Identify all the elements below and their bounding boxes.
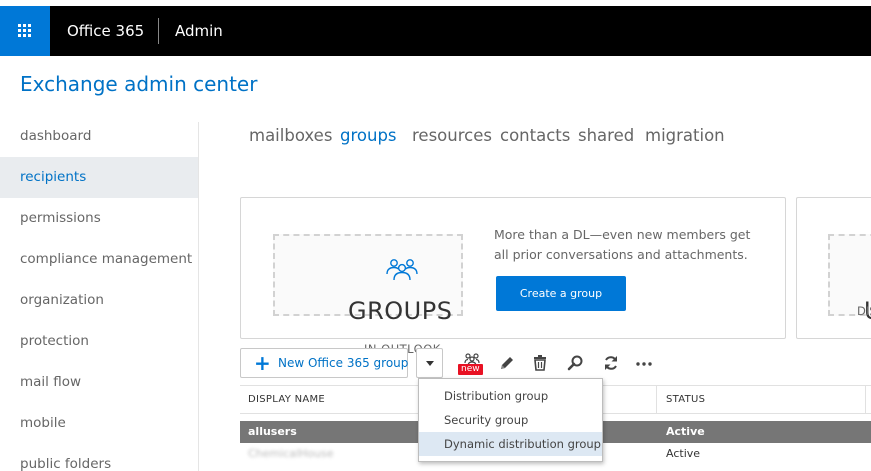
promo-description: More than a DL—even new members get all …	[494, 227, 751, 262]
tab-shared[interactable]: shared	[578, 126, 634, 145]
menu-item-security-group[interactable]: Security group	[419, 408, 602, 432]
tab-groups[interactable]: groups	[340, 126, 397, 145]
tab-contacts[interactable]: contacts	[500, 126, 570, 145]
nav-item-dashboard[interactable]: dashboard	[0, 116, 198, 157]
row-status: Active	[666, 425, 705, 438]
left-navigation: dashboard recipients permissions complia…	[0, 116, 198, 471]
nav-item-mobile[interactable]: mobile	[0, 403, 198, 444]
column-header-display-name[interactable]: DISPLAY NAME	[248, 386, 325, 413]
delete-icon[interactable]	[530, 353, 550, 373]
topbar-divider	[158, 18, 159, 44]
tab-resources[interactable]: resources	[412, 126, 492, 145]
office-365-brand[interactable]: Office 365	[67, 6, 144, 56]
column-separator[interactable]	[656, 386, 657, 413]
second-promo-card: U DIS	[796, 197, 871, 339]
row-display-name: ChemicalHouse	[248, 447, 334, 460]
menu-item-distribution-group[interactable]: Distribution group	[419, 384, 602, 408]
people-icon	[386, 259, 418, 281]
office-365-top-bar: Office 365 Admin	[0, 6, 871, 56]
edit-icon[interactable]	[497, 353, 517, 373]
groups-promo-card: GROUPS IN OUTLOOK More than a DL—even ne…	[240, 197, 786, 356]
new-group-type-menu: Distribution group Security group Dynami…	[418, 378, 603, 462]
waffle-icon	[18, 24, 32, 38]
column-header-status[interactable]: STATUS	[666, 386, 705, 413]
tab-mailboxes[interactable]: mailboxes	[249, 126, 332, 145]
refresh-icon[interactable]	[601, 353, 621, 373]
plus-icon: +	[254, 351, 271, 375]
promo-art: GROUPS IN OUTLOOK	[273, 234, 463, 356]
nav-item-mail-flow[interactable]: mail flow	[0, 362, 198, 403]
more-options-icon[interactable]	[634, 353, 654, 373]
row-status: Active	[666, 447, 701, 460]
new-badge: new	[458, 364, 483, 375]
nav-item-recipients[interactable]: recipients	[0, 157, 198, 198]
new-office-365-group-button[interactable]: + New Office 365 group	[240, 348, 408, 378]
second-promo-subtitle: DIS	[857, 304, 871, 318]
groups-toolbar: + New Office 365 group new	[240, 348, 700, 378]
nav-item-protection[interactable]: protection	[0, 321, 198, 362]
column-separator[interactable]	[865, 386, 866, 413]
app-title: Exchange admin center	[20, 72, 258, 96]
new-group-label: New Office 365 group	[278, 356, 409, 370]
app-launcher-button[interactable]	[0, 6, 50, 56]
new-group-dropdown-button[interactable]	[416, 348, 443, 378]
menu-item-dynamic-distribution-group[interactable]: Dynamic distribution group	[419, 432, 602, 456]
row-display-name: allusers	[248, 425, 297, 438]
chevron-down-icon	[426, 361, 434, 366]
nav-item-permissions[interactable]: permissions	[0, 198, 198, 239]
admin-section-title[interactable]: Admin	[175, 6, 223, 56]
nav-divider	[198, 122, 199, 471]
nav-item-compliance-management[interactable]: compliance management	[0, 239, 198, 280]
promo-title: GROUPS	[348, 297, 453, 325]
nav-item-organization[interactable]: organization	[0, 280, 198, 321]
search-icon[interactable]	[566, 353, 586, 373]
nav-item-public-folders[interactable]: public folders	[0, 444, 198, 471]
create-group-button[interactable]: Create a group	[496, 276, 626, 311]
tab-migration[interactable]: migration	[645, 126, 725, 145]
